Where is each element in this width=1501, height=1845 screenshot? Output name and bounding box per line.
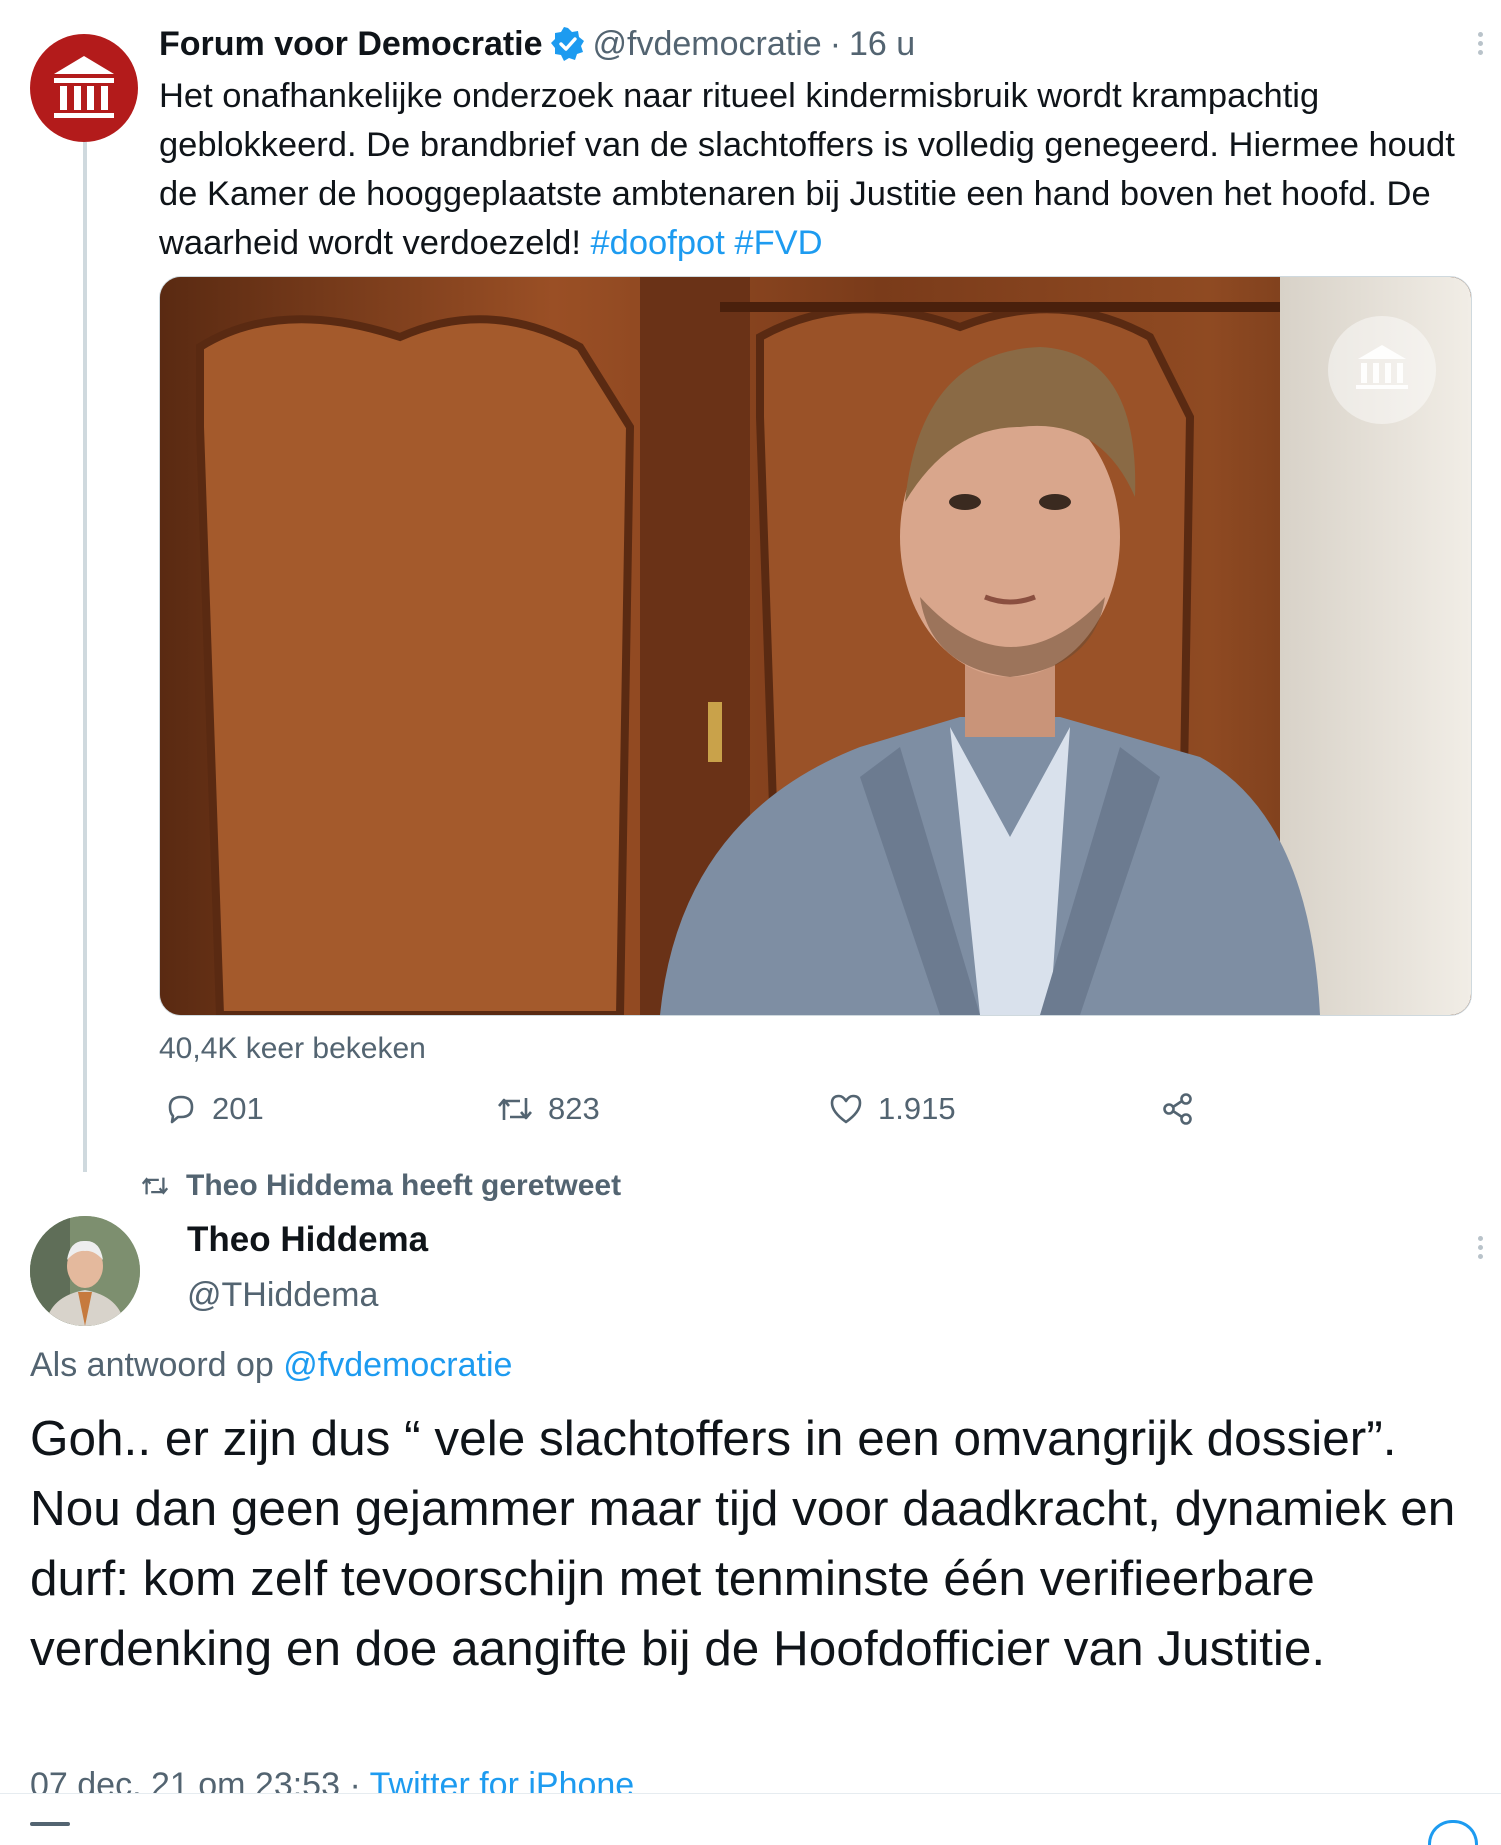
author-handle[interactable]: @THiddema [187,1276,378,1315]
theo-hiddema-avatar[interactable] [30,1216,140,1326]
reply-icon [168,1095,194,1124]
tweet-header: Forum voor Democratie @fvdemocratie · 16… [159,22,915,66]
hashtag-link[interactable]: #doofpot [591,224,725,262]
more-options-icon[interactable] [1468,1232,1492,1266]
pillars-logo-icon [54,56,114,118]
divider [0,1793,1501,1794]
reply-prefix: Als antwoord op [30,1346,274,1384]
author-name[interactable]: Forum voor Democratie [159,25,543,64]
reply-button[interactable]: 201 [164,1088,264,1130]
tweet-timestamp[interactable]: 16 u [849,25,915,64]
heart-icon [830,1094,862,1124]
fvd-avatar[interactable] [30,34,138,142]
tweet-text: Goh.. er zijn dus “ vele slachtoffers in… [30,1411,1456,1676]
verified-badge-icon [550,27,585,61]
video-player[interactable] [159,276,1472,1016]
partial-stat-fragment [30,1822,70,1826]
reply-count: 201 [212,1091,264,1126]
profile-photo [30,1216,140,1326]
retweet-icon [498,1098,532,1120]
tweet-text: Het onafhankelijke onderzoek naar rituee… [159,72,1489,268]
retweet-notice-text[interactable]: Theo Hiddema heeft geretweet [186,1169,621,1203]
hashtag-link[interactable]: #FVD [734,224,822,262]
retweet-notice: Theo Hiddema heeft geretweet [140,1168,621,1204]
retweet-button[interactable]: 823 [496,1088,600,1130]
author-handle[interactable]: @fvdemocratie [593,25,822,64]
retweet-icon [141,1177,169,1195]
like-count: 1.915 [878,1091,956,1126]
separator-dot: · [829,24,842,63]
clipped-area [0,1793,1501,1833]
reply-context: Als antwoord op @fvdemocratie [30,1346,512,1385]
retweet-count: 823 [548,1091,600,1126]
share-icon [1163,1093,1192,1125]
author-name[interactable]: Theo Hiddema [187,1220,428,1260]
like-button[interactable]: 1.915 [828,1088,956,1130]
more-options-icon[interactable] [1468,28,1492,62]
mention-link[interactable]: @fvdemocratie [283,1346,512,1384]
thread-connector-line [83,142,87,1172]
share-button[interactable] [1160,1088,1210,1130]
video-thumbnail [160,277,1471,1015]
view-count: 40,4K keer bekeken [159,1032,426,1065]
